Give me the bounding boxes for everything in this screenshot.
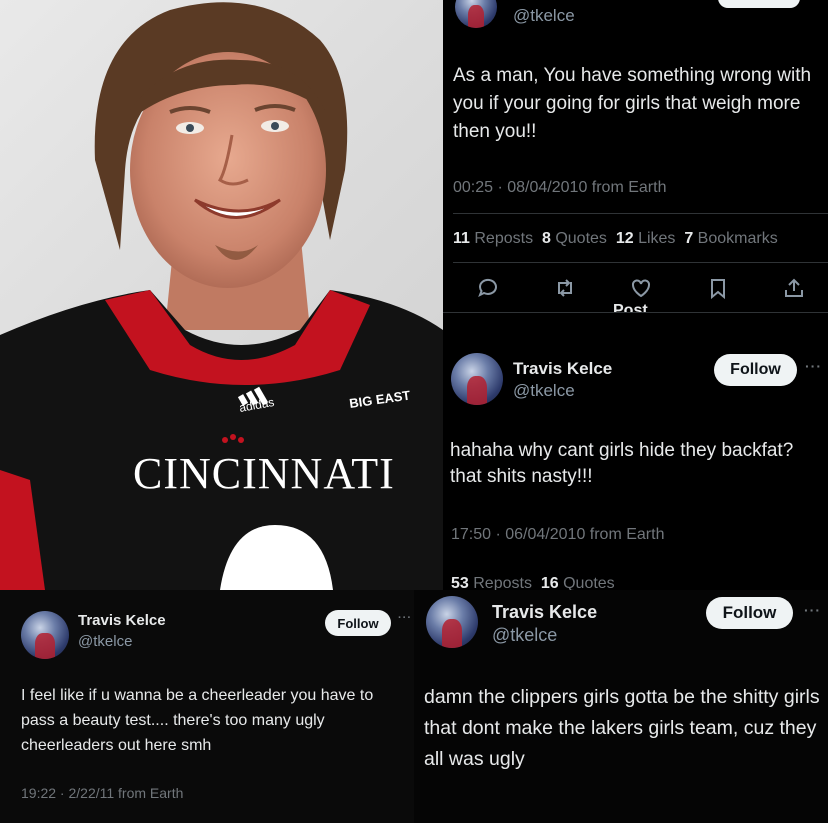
- avatar[interactable]: [21, 611, 69, 659]
- more-options-icon[interactable]: ···: [804, 602, 821, 618]
- follow-button[interactable]: Follow: [325, 610, 391, 636]
- tweet-card-2: Travis Kelce @tkelce Follow ··· hahaha w…: [443, 312, 828, 590]
- divider: [443, 312, 828, 313]
- user-handle[interactable]: @tkelce: [492, 625, 557, 646]
- more-options-icon[interactable]: ···: [398, 612, 412, 624]
- reposts-label[interactable]: Reposts: [473, 575, 532, 590]
- follow-button[interactable]: Follow: [706, 597, 793, 629]
- quotes-count[interactable]: 8: [542, 230, 551, 247]
- avatar[interactable]: [451, 353, 503, 405]
- quotes-count[interactable]: 16: [541, 575, 559, 590]
- reposts-label[interactable]: Reposts: [474, 230, 533, 247]
- tweet-timestamp[interactable]: 17:50 · 06/04/2010 from Earth: [451, 526, 664, 544]
- tweet-card-1: @tkelce As a man, You have something wro…: [443, 0, 828, 312]
- tweet-timestamp[interactable]: 19:22 · 2/22/11 from Earth: [21, 785, 183, 801]
- follow-button[interactable]: Follow: [714, 354, 797, 386]
- avatar[interactable]: [426, 596, 478, 648]
- tweet-text: As a man, You have something wrong with …: [453, 65, 812, 142]
- action-bar: [476, 278, 806, 302]
- bookmarks-count[interactable]: 7: [684, 230, 693, 247]
- user-name[interactable]: Travis Kelce: [492, 602, 597, 623]
- user-handle[interactable]: @tkelce: [78, 633, 132, 650]
- user-handle[interactable]: @tkelce: [513, 381, 575, 401]
- tweet-text: hahaha why cant girls hide they backfat?…: [450, 440, 794, 487]
- avatar[interactable]: [455, 0, 497, 28]
- reposts-count[interactable]: 11: [453, 230, 470, 247]
- tweet-card-3: Travis Kelce @tkelce Follow ··· I feel l…: [0, 590, 414, 823]
- quotes-label[interactable]: Quotes: [563, 575, 615, 590]
- tweet-timestamp[interactable]: 00:25 · 08/04/2010 from Earth: [453, 179, 666, 197]
- repost-icon[interactable]: [553, 276, 577, 305]
- likes-count[interactable]: 12: [616, 230, 634, 247]
- like-icon[interactable]: [629, 276, 653, 305]
- reposts-count[interactable]: 53: [451, 575, 469, 590]
- more-options-icon[interactable]: ···: [805, 358, 822, 374]
- player-illustration: adidas BIG EAST CINCINNATI 8: [0, 2, 443, 590]
- share-icon[interactable]: [782, 276, 806, 305]
- reply-icon[interactable]: [476, 276, 500, 305]
- tweet-text: damn the clippers girls gotta be the shi…: [424, 686, 820, 770]
- divider: [453, 262, 828, 263]
- engagement-stats: 53 Reposts 16 Quotes: [451, 575, 615, 590]
- follow-button[interactable]: [718, 0, 800, 8]
- user-name[interactable]: Travis Kelce: [513, 359, 612, 379]
- user-name[interactable]: Travis Kelce: [78, 612, 166, 629]
- likes-label[interactable]: Likes: [638, 230, 675, 247]
- tweet-card-4: Travis Kelce @tkelce Follow ··· damn the…: [414, 590, 828, 823]
- user-handle[interactable]: @tkelce: [513, 6, 575, 26]
- bookmarks-label[interactable]: Bookmarks: [698, 230, 778, 247]
- jersey-school-text: CINCINNATI: [133, 449, 395, 498]
- bookmark-icon[interactable]: [706, 276, 730, 305]
- engagement-stats: 11 Reposts 8 Quotes 12 Likes 7 Bookmarks: [453, 230, 778, 248]
- divider: [453, 213, 828, 214]
- quotes-label[interactable]: Quotes: [555, 230, 607, 247]
- tweet-text: I feel like if u wanna be a cheerleader …: [21, 687, 374, 754]
- page-header-title: Post: [613, 302, 648, 312]
- player-photo: adidas BIG EAST CINCINNATI 8: [0, 0, 443, 590]
